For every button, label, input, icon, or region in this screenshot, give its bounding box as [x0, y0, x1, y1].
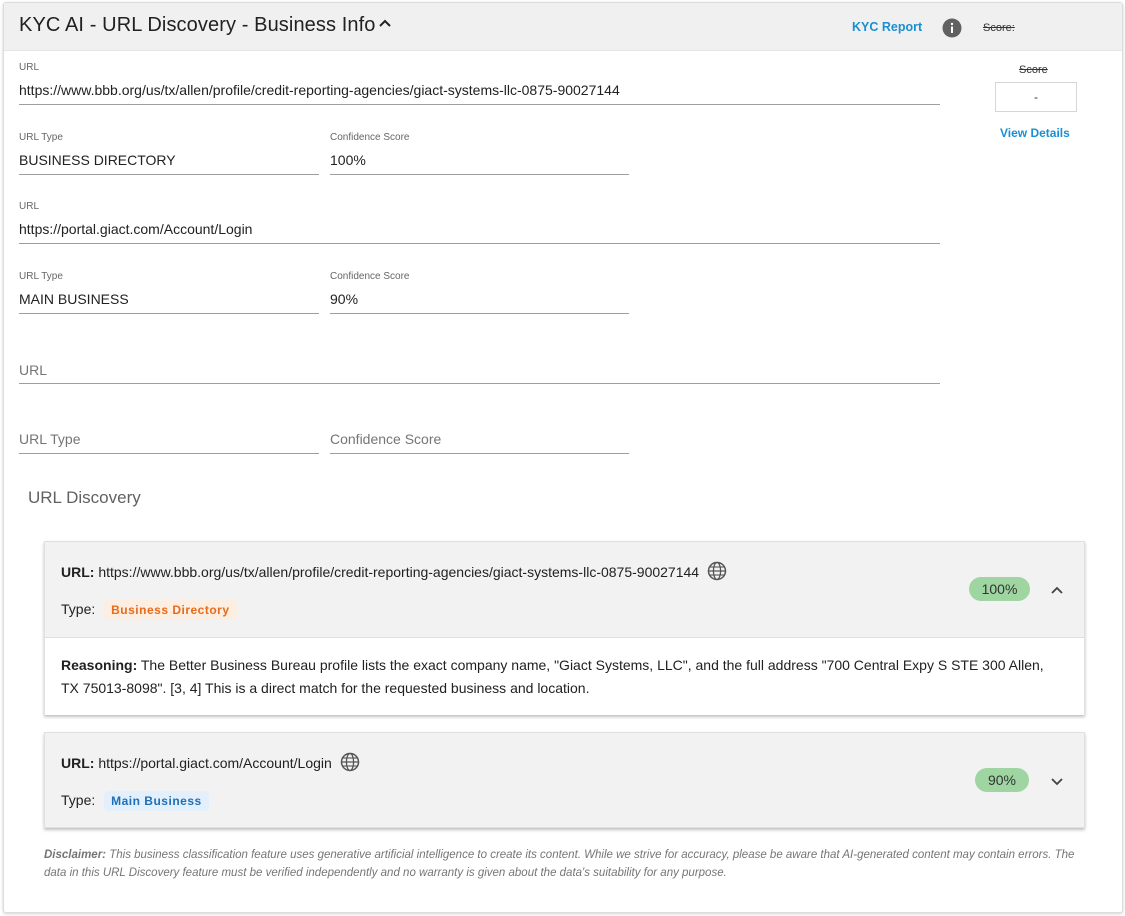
- url-type-value: MAIN BUSINESS: [19, 291, 129, 307]
- type-chip: Business Directory: [104, 600, 237, 620]
- discovery-item: URL: https://portal.giact.com/Account/Lo…: [44, 732, 1085, 828]
- info-icon[interactable]: [942, 18, 962, 38]
- discovery-url: https://www.bbb.org/us/tx/allen/profile/…: [98, 564, 700, 580]
- kyc-report-link[interactable]: KYC Report: [852, 20, 922, 34]
- reasoning-body: The Better Business Bureau profile lists…: [61, 657, 1044, 696]
- confidence-field-1[interactable]: Confidence Score 100%: [330, 130, 629, 175]
- globe-icon[interactable]: [340, 752, 360, 772]
- url-field-3[interactable]: URL: [19, 353, 940, 384]
- chevron-up-icon[interactable]: [377, 15, 393, 31]
- url-type-field-2[interactable]: URL Type MAIN BUSINESS: [19, 269, 319, 314]
- confidence-value: 100%: [330, 152, 366, 168]
- url-field-value: https://portal.giact.com/Account/Login: [19, 221, 253, 237]
- url-field-value: https://www.bbb.org/us/tx/allen/profile/…: [19, 82, 620, 98]
- url-type-field-3[interactable]: URL Type: [19, 423, 319, 454]
- url-type-label: URL Type: [19, 132, 63, 143]
- disclaimer: Disclaimer: This business classification…: [44, 846, 1089, 882]
- disclaimer-text: This business classification feature use…: [44, 849, 1075, 879]
- score-label: Score: [1019, 64, 1048, 76]
- confidence-field-2[interactable]: Confidence Score 90%: [330, 269, 629, 314]
- globe-icon[interactable]: [707, 561, 727, 581]
- field-underline: [330, 174, 629, 175]
- discovery-url-line: URL: https://portal.giact.com/Account/Lo…: [61, 752, 360, 772]
- page-title: KYC AI - URL Discovery - Business Info: [19, 14, 376, 36]
- confidence-placeholder: Confidence Score: [330, 431, 442, 447]
- url-field-1[interactable]: URL https://www.bbb.org/us/tx/allen/prof…: [19, 61, 940, 105]
- business-info-card: KYC AI - URL Discovery - Business Info K…: [3, 2, 1123, 913]
- url-prefix-label: URL:: [61, 564, 95, 580]
- url-prefix-label: URL:: [61, 755, 95, 771]
- view-details-link[interactable]: View Details: [1000, 126, 1070, 140]
- confidence-label: Confidence Score: [330, 132, 410, 143]
- discovery-url-line: URL: https://www.bbb.org/us/tx/allen/pro…: [61, 561, 727, 581]
- url-field-label: URL: [19, 62, 40, 73]
- chevron-up-icon[interactable]: [1049, 582, 1065, 598]
- confidence-pill: 100%: [969, 577, 1030, 601]
- type-prefix-label: Type:: [61, 792, 96, 808]
- discovery-url: https://portal.giact.com/Account/Login: [98, 755, 332, 771]
- discovery-type-line: Type: Main Business: [61, 791, 209, 811]
- header-score-label: Score:: [983, 22, 1015, 34]
- type-prefix-label: Type:: [61, 601, 96, 617]
- url-type-placeholder: URL Type: [19, 431, 81, 447]
- score-value-box: -: [995, 82, 1077, 112]
- url-type-field-1[interactable]: URL Type BUSINESS DIRECTORY: [19, 130, 319, 175]
- confidence-label: Confidence Score: [330, 271, 410, 282]
- field-underline: [330, 313, 629, 314]
- field-underline: [19, 313, 319, 314]
- reasoning-prefix-label: Reasoning:: [61, 657, 138, 673]
- field-underline: [330, 453, 629, 454]
- field-underline: [19, 383, 940, 384]
- type-chip: Main Business: [104, 791, 209, 811]
- chevron-down-icon[interactable]: [1049, 773, 1065, 789]
- disclaimer-prefix: Disclaimer:: [44, 849, 107, 861]
- url-type-value: BUSINESS DIRECTORY: [19, 152, 176, 168]
- url-placeholder: URL: [19, 362, 48, 378]
- confidence-field-3[interactable]: Confidence Score: [330, 423, 629, 454]
- discovery-item: URL: https://www.bbb.org/us/tx/allen/pro…: [44, 541, 1085, 715]
- discovery-type-line: Type: Business Directory: [61, 600, 237, 620]
- confidence-value: 90%: [330, 291, 359, 307]
- url-discovery-title: URL Discovery: [28, 488, 141, 507]
- field-underline: [19, 174, 319, 175]
- url-field-label: URL: [19, 201, 40, 212]
- field-underline: [19, 243, 940, 244]
- url-type-label: URL Type: [19, 271, 63, 282]
- field-underline: [19, 104, 940, 105]
- reasoning-panel: Reasoning: The Better Business Bureau pr…: [45, 637, 1084, 715]
- field-underline: [19, 453, 319, 454]
- url-field-2[interactable]: URL https://portal.giact.com/Account/Log…: [19, 200, 940, 244]
- reasoning-text: Reasoning: The Better Business Bureau pr…: [61, 654, 1061, 700]
- confidence-pill: 90%: [975, 768, 1029, 792]
- card-header: KYC AI - URL Discovery - Business Info K…: [4, 3, 1122, 51]
